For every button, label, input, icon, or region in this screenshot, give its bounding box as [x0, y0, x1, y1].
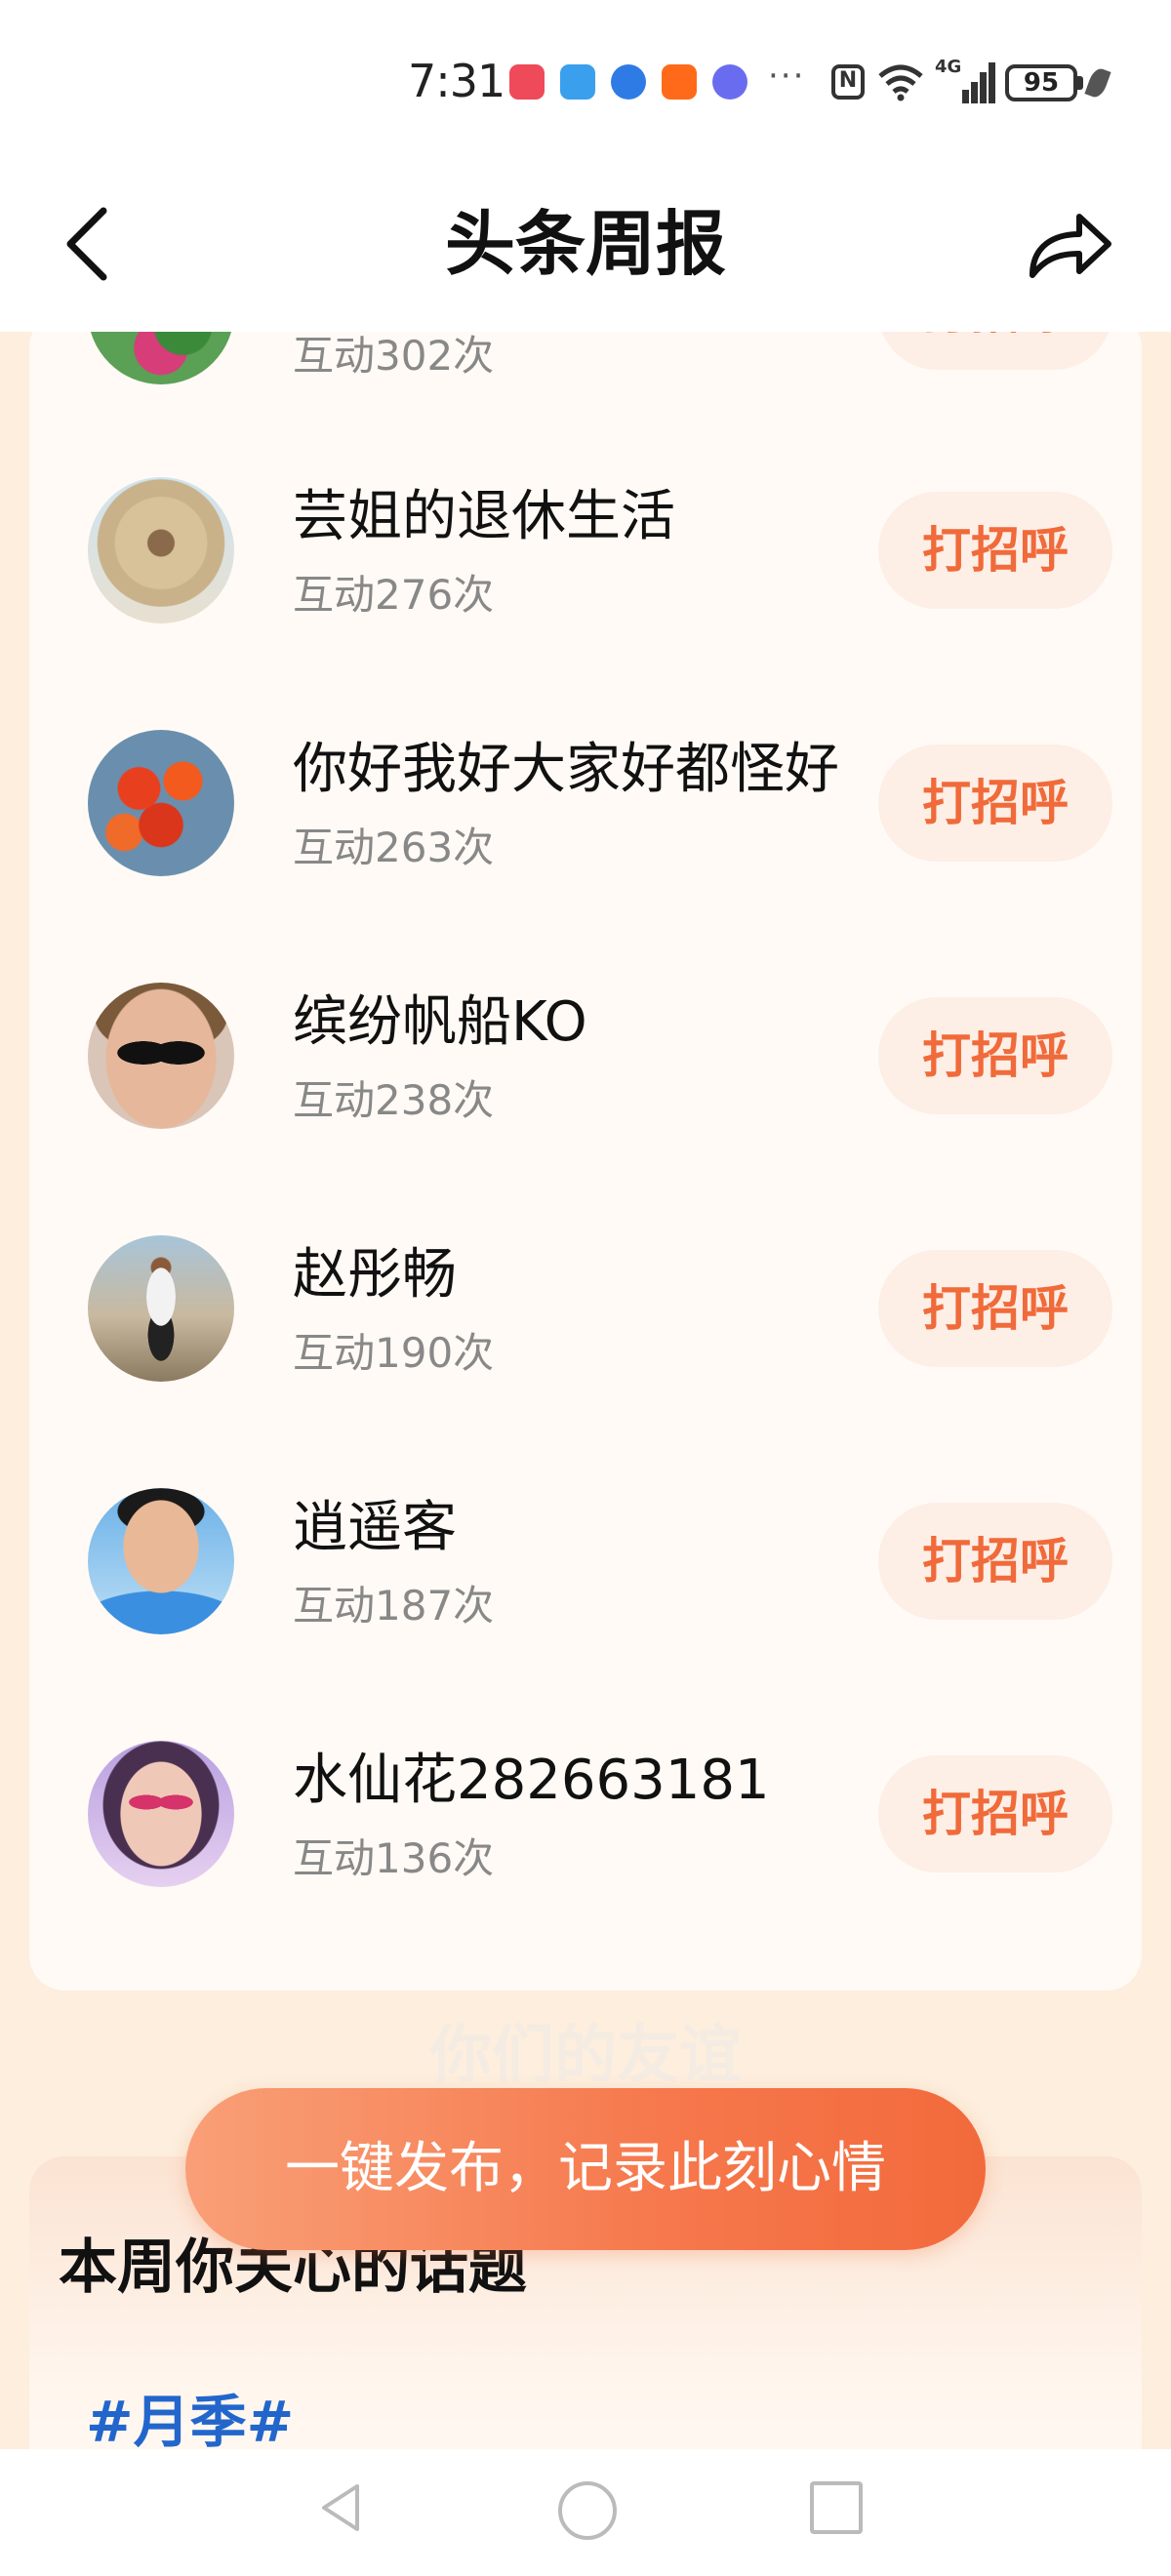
grid-app-icon: [662, 64, 697, 100]
interaction-count: 互动136次: [293, 1834, 495, 1882]
greet-button[interactable]: 打招呼: [878, 1250, 1112, 1367]
greet-button[interactable]: 打招呼: [878, 1503, 1112, 1620]
interaction-count: 互动238次: [293, 1076, 495, 1124]
avatar[interactable]: [88, 332, 234, 384]
friend-name: 水仙花282663181: [293, 1749, 770, 1812]
system-nav-bar: [0, 2449, 1171, 2576]
friend-row: 互动302次 打招呼: [59, 332, 1112, 389]
friend-row: 芸姐的退休生活 互动276次 打招呼: [59, 472, 1112, 628]
music-app-icon: [712, 64, 747, 100]
nav-home-icon[interactable]: [558, 2481, 617, 2540]
greet-button[interactable]: 打招呼: [878, 1755, 1112, 1872]
status-bar: 7:31 ··· N 4G 95: [0, 0, 1171, 176]
book-app-icon: [509, 64, 545, 100]
publish-button[interactable]: 一键发布，记录此刻心情: [185, 2088, 986, 2250]
cell-signal-icon: 4G: [935, 57, 995, 103]
more-notifications-icon: ···: [768, 57, 806, 96]
battery-indicator: 95: [1005, 64, 1077, 101]
battery-tip: [1077, 76, 1083, 90]
network-type-label: 4G: [935, 57, 962, 77]
wifi-icon: [878, 64, 923, 101]
nav-back-icon[interactable]: [312, 2478, 371, 2537]
greet-button[interactable]: 打招呼: [878, 745, 1112, 862]
avatar[interactable]: [88, 1488, 234, 1634]
interaction-count: 互动263次: [293, 824, 495, 871]
friend-row: 逍遥客 互动187次 打招呼: [59, 1483, 1112, 1639]
greet-button[interactable]: 打招呼: [878, 332, 1112, 370]
friend-row: 赵彤畅 互动190次 打招呼: [59, 1230, 1112, 1387]
avatar[interactable]: [88, 730, 234, 876]
avatar[interactable]: [88, 983, 234, 1129]
friend-name: 芸姐的退休生活: [293, 485, 675, 548]
friend-row: 你好我好大家好都怪好 互动263次 打招呼: [59, 725, 1112, 881]
interaction-count: 互动187次: [293, 1582, 495, 1630]
friend-name: 缤纷帆船KO: [293, 990, 587, 1054]
greet-button[interactable]: 打招呼: [878, 997, 1112, 1114]
friend-name: 逍遥客: [293, 1496, 457, 1559]
card-footer-faint-text: 你们的友谊: [429, 2020, 742, 2092]
avatar[interactable]: [88, 477, 234, 624]
friend-row: 水仙花282663181 互动136次 打招呼: [59, 1736, 1112, 1892]
nav-recents-icon[interactable]: [810, 2481, 863, 2534]
signal-bar: [962, 90, 969, 103]
browser-app-icon: [611, 64, 646, 100]
avatar[interactable]: [88, 1235, 234, 1382]
friend-row: 缤纷帆船KO 互动238次 打招呼: [59, 978, 1112, 1134]
avatar[interactable]: [88, 1741, 234, 1887]
eco-leaf-icon: [1084, 65, 1111, 101]
top-navigation: 头条周报: [0, 176, 1171, 332]
status-time: 7:31: [408, 55, 505, 107]
interaction-count: 互动190次: [293, 1329, 495, 1377]
share-arrow-icon: [1030, 214, 1111, 278]
signal-bar: [980, 72, 987, 103]
interaction-count: 互动276次: [293, 571, 495, 619]
friend-name: 赵彤畅: [293, 1243, 457, 1307]
greet-button[interactable]: 打招呼: [878, 492, 1112, 609]
signal-bar: [971, 82, 978, 103]
topic-tag[interactable]: #月季#: [86, 2376, 294, 2449]
share-button[interactable]: [1015, 195, 1122, 293]
friend-name: 你好我好大家好都怪好: [293, 738, 839, 801]
nfc-icon: N: [831, 64, 865, 100]
page-title: 头条周报: [444, 203, 726, 285]
interaction-count: 互动302次: [293, 332, 495, 380]
signal-bar: [989, 62, 995, 103]
weather-app-icon: [560, 64, 595, 100]
